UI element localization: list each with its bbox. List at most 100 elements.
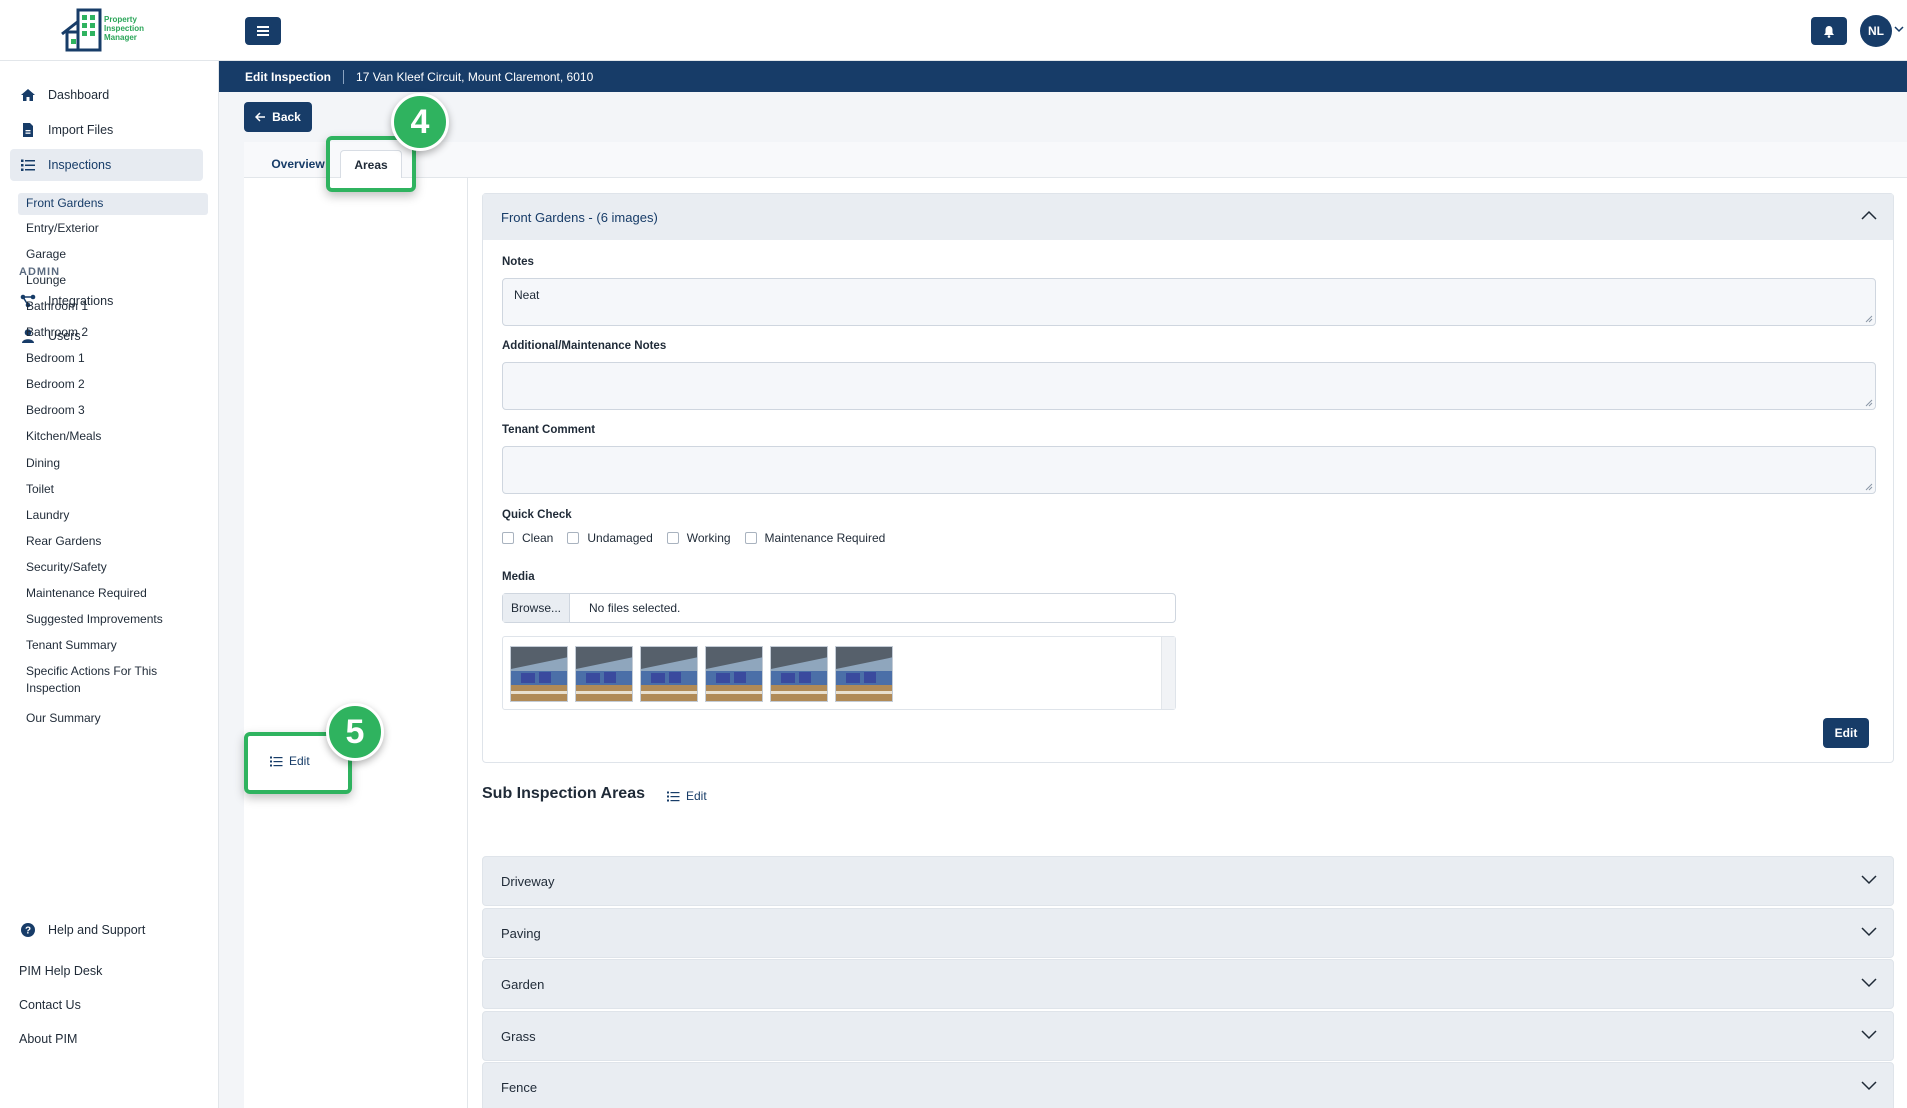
sub-area-accordion[interactable]: Fence <box>482 1062 1894 1108</box>
notes-label: Notes <box>502 256 534 268</box>
menu-toggle-button[interactable] <box>245 17 281 45</box>
chevron-down-icon[interactable] <box>1861 978 1877 988</box>
area-item[interactable]: Rear Gardens <box>18 533 208 550</box>
photo-thumbnail-icon <box>641 647 697 701</box>
area-card-header[interactable]: Front Gardens - (6 images) <box>483 194 1893 240</box>
chevron-up-icon[interactable] <box>1861 210 1877 220</box>
bell-icon <box>1824 25 1834 38</box>
media-thumbnail[interactable] <box>640 646 698 702</box>
sub-area-accordion[interactable]: Garden <box>482 959 1894 1009</box>
area-item[interactable]: Bathroom 2 <box>18 324 208 341</box>
checkbox[interactable] <box>666 532 679 544</box>
list-edit-icon <box>667 791 680 801</box>
area-item[interactable]: Kitchen/Meals <box>18 428 208 445</box>
media-thumbnail[interactable] <box>510 646 568 702</box>
page-header: Edit Inspection 17 Van Kleef Circuit, Mo… <box>219 61 1907 92</box>
check-undamaged[interactable]: Undamaged <box>567 531 653 545</box>
resize-handle-icon[interactable] <box>1865 483 1873 491</box>
quick-check-group: Clean Undamaged Working Maintenance Requ… <box>502 531 899 545</box>
sidebar-item-label: Dashboard <box>48 88 110 102</box>
checkbox[interactable] <box>567 532 580 544</box>
home-icon <box>21 89 35 101</box>
media-thumbnail[interactable] <box>835 646 893 702</box>
area-item[interactable]: Maintenance Required <box>18 585 208 602</box>
additional-notes-label: Additional/Maintenance Notes <box>502 340 667 352</box>
help-icon: ? <box>21 923 35 937</box>
media-gallery <box>502 636 1176 710</box>
resize-handle-icon[interactable] <box>1865 315 1873 323</box>
sub-area-label: Paving <box>501 925 541 941</box>
notes-field[interactable]: Neat <box>502 278 1876 326</box>
tabs-bar <box>244 142 1907 178</box>
help-support-link[interactable]: ? Help and Support <box>10 914 203 946</box>
svg-text:?: ? <box>25 926 31 937</box>
area-item[interactable]: Lounge <box>18 272 208 289</box>
tenant-comment-label: Tenant Comment <box>502 424 596 436</box>
sidebar-item-inspections[interactable]: Inspections <box>10 149 203 181</box>
contact-us-link[interactable]: Contact Us <box>19 998 81 1012</box>
resize-handle-icon[interactable] <box>1865 399 1873 407</box>
media-thumbnail[interactable] <box>575 646 633 702</box>
area-item[interactable]: Bedroom 2 <box>18 376 208 393</box>
area-item[interactable]: Toilet <box>18 481 208 498</box>
pim-help-desk-link[interactable]: PIM Help Desk <box>19 964 102 978</box>
sub-area-accordion[interactable]: Driveway <box>482 856 1894 906</box>
sidebar-item-label: Import Files <box>48 123 114 137</box>
chevron-down-icon[interactable] <box>1861 1030 1877 1040</box>
area-card-title: Front Gardens - (6 images) <box>501 209 658 225</box>
tenant-comment-field[interactable] <box>502 446 1876 494</box>
tab-overview[interactable]: Overview <box>262 150 334 178</box>
file-status: No files selected. <box>589 601 681 615</box>
top-bar: Property Inspection Manager NL <box>0 0 1907 61</box>
chevron-down-icon[interactable] <box>1893 23 1905 35</box>
checkbox[interactable] <box>502 532 514 544</box>
area-item[interactable]: Specific Actions For This Inspection <box>18 663 168 697</box>
sub-areas-edit-button[interactable]: Edit <box>667 789 707 803</box>
chevron-down-icon[interactable] <box>1861 927 1877 937</box>
sub-area-label: Driveway <box>501 873 555 889</box>
brand-name: Property Inspection Manager <box>104 15 145 42</box>
list-icon <box>21 159 35 171</box>
gallery-scrollbar[interactable] <box>1161 637 1175 709</box>
photo-thumbnail-icon <box>706 647 762 701</box>
photo-thumbnail-icon <box>771 647 827 701</box>
area-item[interactable]: Bedroom 1 <box>18 350 208 367</box>
back-button[interactable]: Back <box>244 102 312 132</box>
area-item[interactable]: Our Summary <box>18 710 208 727</box>
area-item[interactable]: Laundry <box>18 507 208 524</box>
area-item[interactable]: Tenant Summary <box>18 637 208 654</box>
step-badge-5: 5 <box>326 703 384 761</box>
checkbox[interactable] <box>744 532 757 544</box>
media-thumbnail[interactable] <box>705 646 763 702</box>
area-item[interactable]: Bedroom 3 <box>18 402 208 419</box>
area-item[interactable]: Garage <box>18 246 208 263</box>
area-item[interactable]: Security/Safety <box>18 559 208 576</box>
check-clean[interactable]: Clean <box>502 531 553 545</box>
photo-thumbnail-icon <box>511 647 567 701</box>
area-item[interactable]: Dining <box>18 455 208 472</box>
media-file-input[interactable]: Browse... No files selected. <box>502 593 1176 623</box>
area-edit-button[interactable]: Edit <box>1823 718 1869 748</box>
area-item[interactable]: Front Gardens <box>18 193 208 215</box>
sub-area-accordion[interactable]: Grass <box>482 1011 1894 1061</box>
hamburger-icon <box>257 26 269 36</box>
check-maintenance-required[interactable]: Maintenance Required <box>744 531 885 545</box>
browse-button[interactable]: Browse... <box>503 594 571 622</box>
additional-notes-field[interactable] <box>502 362 1876 410</box>
check-working[interactable]: Working <box>666 531 731 545</box>
area-item[interactable]: Bathroom 1 <box>18 298 208 315</box>
notifications-button[interactable] <box>1811 17 1847 45</box>
area-item[interactable]: Suggested Improvements <box>18 611 208 628</box>
user-avatar[interactable]: NL <box>1860 15 1892 47</box>
page-title: Edit Inspection <box>245 69 345 84</box>
sidebar-item-dashboard[interactable]: Dashboard <box>10 79 203 111</box>
chevron-down-icon[interactable] <box>1861 1081 1877 1091</box>
sidebar-item-import-files[interactable]: Import Files <box>10 114 203 146</box>
area-item[interactable]: Entry/Exterior <box>18 220 208 237</box>
sub-area-accordion[interactable]: Paving <box>482 908 1894 958</box>
sub-area-label: Grass <box>501 1028 536 1044</box>
media-thumbnail[interactable] <box>770 646 828 702</box>
about-pim-link[interactable]: About PIM <box>19 1032 77 1046</box>
areas-list-panel <box>244 178 468 1108</box>
chevron-down-icon[interactable] <box>1861 875 1877 885</box>
